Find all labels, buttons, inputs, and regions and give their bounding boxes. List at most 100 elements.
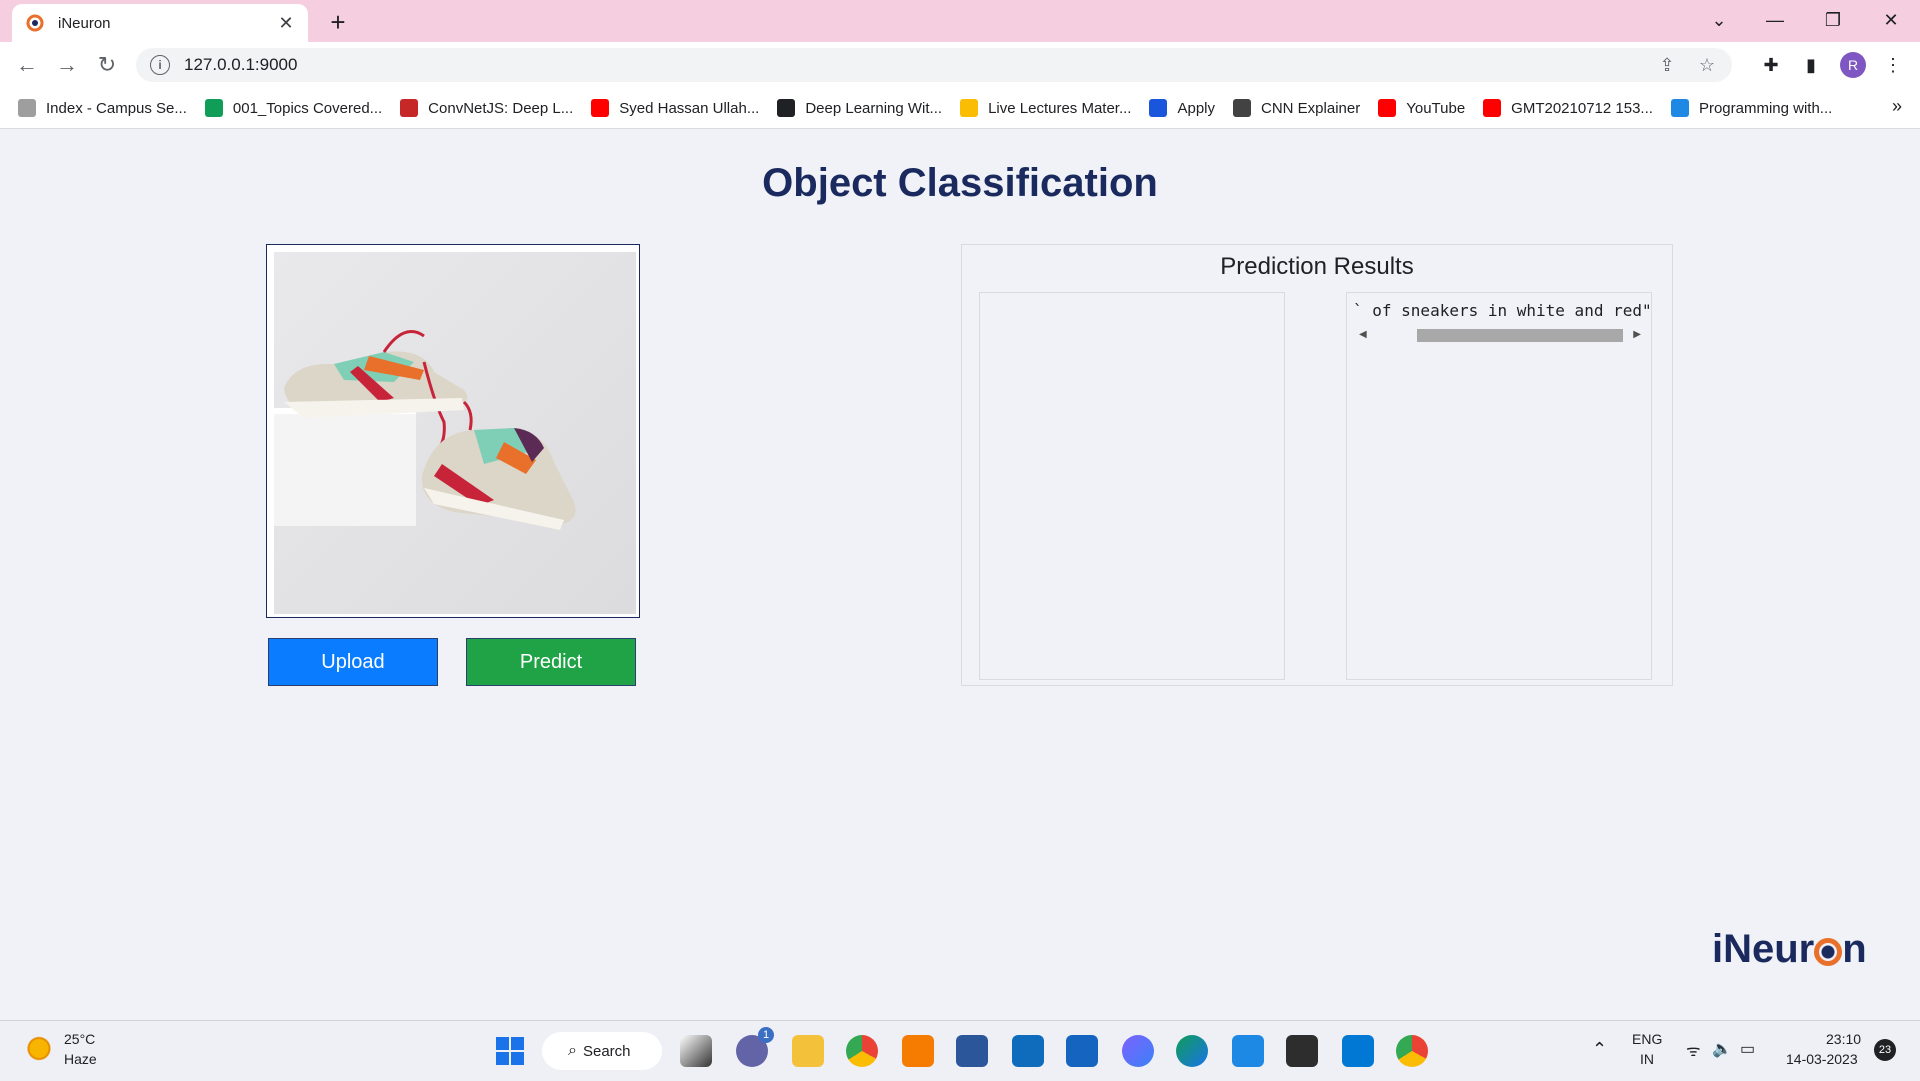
bookmark-item[interactable]: Apply	[1149, 99, 1215, 117]
page-title: Object Classification	[762, 161, 1158, 205]
youtube-icon	[591, 99, 610, 117]
tab-title: iNeuron	[58, 14, 111, 32]
bookmark-item[interactable]: Programming with...	[1670, 99, 1833, 117]
drive-icon	[960, 99, 979, 117]
uc-browser-icon[interactable]	[902, 1035, 934, 1067]
browser-toolbar: ← → ↻ i 127.0.0.1:9000 ⇪ ☆ ✚ ▮ ⋮	[0, 42, 1920, 88]
chrome-menu-icon[interactable]: ⋮	[1880, 52, 1906, 78]
logo-o-icon	[1814, 938, 1843, 966]
bookmark-item[interactable]: CNN Explainer	[1233, 99, 1360, 117]
result-text: ` of sneakers in white and red"	[1353, 301, 1652, 320]
campus-icon	[18, 99, 36, 117]
volume-icon[interactable]: 🔈	[1712, 1039, 1732, 1059]
taskbar-search[interactable]: ⌕ Search	[542, 1032, 662, 1070]
copilot-icon[interactable]	[1122, 1035, 1154, 1067]
new-tab-button[interactable]: +	[324, 8, 352, 36]
sneakers-photo	[274, 252, 636, 614]
bookmark-item[interactable]: ConvNetJS: Deep L...	[400, 99, 573, 117]
ineuron-logo: iNeur n	[1712, 927, 1867, 972]
tab-close-icon[interactable]: ✕	[272, 13, 300, 34]
address-bar[interactable]: i 127.0.0.1:9000 ⇪ ☆	[136, 48, 1732, 82]
convnet-icon	[400, 99, 419, 117]
minimize-button[interactable]: —	[1752, 6, 1798, 34]
bookmarks-bar: Index - Campus Se... 001_Topics Covered..…	[0, 88, 1920, 129]
bookmark-label: Syed Hassan Ullah...	[619, 99, 760, 117]
horizontal-scrollbar[interactable]: ◀ ▶	[1355, 327, 1645, 343]
chat-icon[interactable]: 1	[736, 1027, 774, 1067]
apply-icon	[1149, 99, 1168, 117]
forward-arrow-icon[interactable]: →	[52, 50, 82, 80]
edge-icon[interactable]	[1176, 1035, 1208, 1067]
weather-temperature[interactable]: 25°C	[64, 1031, 95, 1047]
task-view-icon[interactable]	[680, 1035, 712, 1067]
file-explorer-icon[interactable]	[792, 1035, 824, 1067]
start-windows-icon[interactable]	[494, 1035, 526, 1067]
url-text[interactable]: 127.0.0.1:9000	[184, 55, 1652, 75]
weather-haze-icon[interactable]	[24, 1035, 54, 1065]
chrome-profile-icon[interactable]	[1396, 1035, 1428, 1067]
weather-condition[interactable]: Haze	[64, 1051, 97, 1067]
bookmark-item[interactable]: YouTube	[1378, 99, 1465, 117]
clock-time[interactable]: 23:10	[1826, 1031, 1861, 1047]
bookmark-label: Live Lectures Mater...	[988, 99, 1132, 117]
tab-ineuron[interactable]: iNeuron ✕	[12, 4, 308, 42]
show-hidden-icons-chevron-icon[interactable]: ⌃	[1592, 1039, 1607, 1060]
mail-icon[interactable]	[1066, 1035, 1098, 1067]
bookmark-item[interactable]: Syed Hassan Ullah...	[591, 99, 759, 117]
bookmark-item[interactable]: GMT20210712 153...	[1483, 99, 1653, 117]
logo-text-start: iNeur	[1712, 927, 1815, 971]
result-json-box[interactable]: ` of sneakers in white and red" ◀ ▶	[1346, 292, 1652, 680]
battery-icon[interactable]: ▭	[1740, 1039, 1755, 1059]
notification-badge[interactable]: 23	[1874, 1039, 1896, 1061]
share-icon[interactable]: ⇪	[1652, 55, 1682, 76]
bookmark-item[interactable]: Live Lectures Mater...	[960, 99, 1131, 117]
result-left-box	[979, 292, 1285, 680]
bookmarks-overflow-icon[interactable]: »	[1892, 96, 1902, 117]
side-panel-icon[interactable]: ▮	[1798, 52, 1824, 78]
bookmark-label: Programming with...	[1698, 99, 1833, 117]
photos-icon[interactable]	[1232, 1035, 1264, 1067]
scrollbar-thumb[interactable]	[1417, 329, 1623, 342]
chrome-icon[interactable]	[846, 1035, 878, 1067]
clock-date[interactable]: 14-03-2023	[1786, 1051, 1858, 1067]
web-page: Object Classification Upload Predict Pre…	[0, 129, 1920, 1020]
media-player-icon[interactable]	[1012, 1035, 1044, 1067]
bookmark-label: Deep Learning Wit...	[805, 99, 943, 117]
restore-button[interactable]: ❐	[1810, 6, 1856, 34]
bookmark-item[interactable]: Index - Campus Se...	[18, 99, 187, 117]
results-title: Prediction Results	[1220, 253, 1414, 280]
region-indicator[interactable]: IN	[1640, 1051, 1654, 1067]
logo-text-end: n	[1842, 927, 1867, 971]
bookmark-label: Apply	[1177, 99, 1216, 117]
search-label: Search	[582, 1042, 631, 1060]
microsoft-store-icon[interactable]	[956, 1035, 988, 1067]
uploaded-image-sneakers	[274, 252, 636, 614]
language-indicator[interactable]: ENG	[1632, 1031, 1662, 1047]
bookmark-label: 001_Topics Covered...	[232, 99, 383, 117]
site-info-icon[interactable]: i	[150, 55, 170, 75]
extensions-puzzle-icon[interactable]: ✚	[1758, 52, 1784, 78]
profile-avatar[interactable]: R	[1840, 52, 1866, 78]
scroll-left-arrow-icon[interactable]: ◀	[1359, 327, 1367, 343]
wifi-icon[interactable]: ᯤ	[1686, 1039, 1701, 1061]
chat-badge: 1	[758, 1027, 774, 1043]
tab-search-chevron-icon[interactable]: ⌄	[1696, 6, 1742, 34]
scroll-right-arrow-icon[interactable]: ▶	[1633, 327, 1641, 343]
bookmark-item[interactable]: Deep Learning Wit...	[777, 99, 942, 117]
bookmark-star-icon[interactable]: ☆	[1692, 55, 1722, 76]
reload-icon[interactable]: ↻	[92, 50, 122, 80]
ineuron-favicon-icon	[26, 14, 44, 32]
predict-button[interactable]: Predict	[466, 638, 636, 686]
upload-button[interactable]: Upload	[268, 638, 438, 686]
back-arrow-icon[interactable]: ←	[12, 50, 42, 80]
youtube-icon	[1483, 99, 1502, 117]
bookmark-label: ConvNetJS: Deep L...	[428, 99, 574, 117]
windows-taskbar: 25°C Haze ⌕ Search 1 ⌃ ENG IN ᯤ 🔈 ▭ 23:1…	[0, 1020, 1920, 1081]
bookmark-label: Index - Campus Se...	[46, 99, 187, 117]
prediction-results-panel: Prediction Results ` of sneakers in whit…	[961, 244, 1673, 686]
close-window-button[interactable]: ✕	[1868, 6, 1914, 34]
terminal-icon[interactable]	[1286, 1035, 1318, 1067]
vscode-icon[interactable]	[1342, 1035, 1374, 1067]
bookmark-item[interactable]: 001_Topics Covered...	[204, 99, 383, 117]
bookmark-label: CNN Explainer	[1261, 99, 1361, 117]
